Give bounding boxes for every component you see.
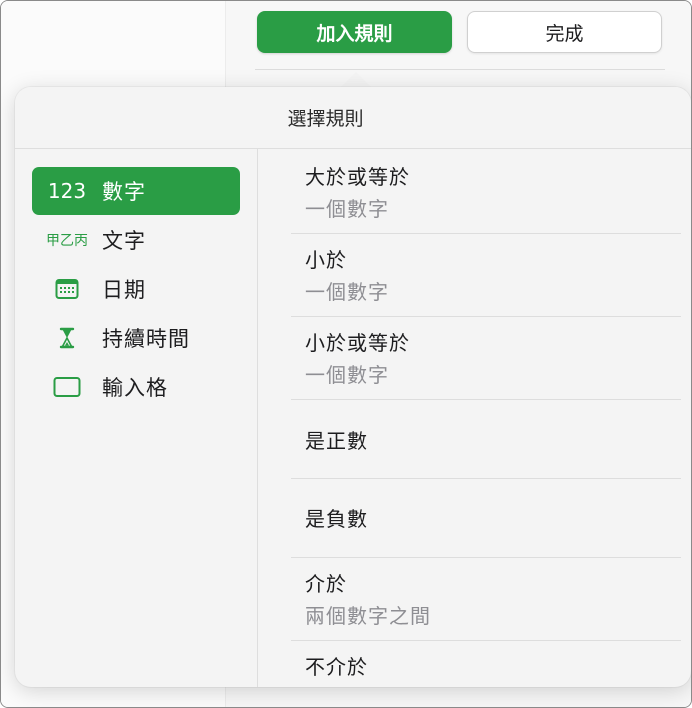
rule-item-positive[interactable]: 是正數 <box>258 400 691 478</box>
rule-subtitle: 一個數字 <box>305 280 389 304</box>
app-window: 加入規則 完成 選擇規則 123 數字 甲乙丙 文字 日期 持續時間 輸入格 大… <box>0 0 692 708</box>
choose-rule-popover: 選擇規則 123 數字 甲乙丙 文字 日期 持續時間 輸入格 大於或等於 一個數… <box>15 87 691 687</box>
blank-cell-icon <box>32 376 102 398</box>
rule-item-between[interactable]: 介於 兩個數字之間 <box>258 558 691 640</box>
rule-title: 是正數 <box>305 429 368 453</box>
category-label: 持續時間 <box>102 327 190 351</box>
number-123-icon: 123 <box>47 179 87 203</box>
category-blank-cell[interactable]: 輸入格 <box>32 363 240 411</box>
category-label: 輸入格 <box>102 376 168 400</box>
rule-subtitle: 兩個數字之間 <box>305 604 431 628</box>
done-button[interactable]: 完成 <box>467 11 662 53</box>
rule-title: 大於或等於 <box>305 165 410 189</box>
category-label: 文字 <box>102 229 146 253</box>
rule-item-not-between[interactable]: 不介於 <box>258 641 691 687</box>
category-date[interactable]: 日期 <box>32 265 240 313</box>
rule-item-lt[interactable]: 小於 一個數字 <box>258 234 691 316</box>
rule-list: 大於或等於 一個數字 小於 一個數字 小於或等於 一個數字 是正數 是負數 介於… <box>258 149 691 687</box>
text-icon: 甲乙丙 <box>46 233 88 249</box>
popover-title: 選擇規則 <box>287 108 364 130</box>
category-duration[interactable]: 持續時間 <box>32 314 240 362</box>
rule-title: 小於 <box>305 248 347 272</box>
category-number[interactable]: 123 數字 <box>32 167 240 215</box>
popover-header: 選擇規則 <box>15 87 691 149</box>
rule-title: 不介於 <box>305 655 368 679</box>
category-label: 日期 <box>102 278 146 302</box>
rule-category-list: 123 數字 甲乙丙 文字 日期 持續時間 輸入格 <box>15 149 257 687</box>
add-rule-button[interactable]: 加入規則 <box>257 11 452 53</box>
category-label: 數字 <box>102 180 146 204</box>
rule-title: 是負數 <box>305 507 368 531</box>
calendar-icon <box>32 278 102 300</box>
hourglass-icon <box>32 327 102 349</box>
rule-title: 小於或等於 <box>305 331 410 355</box>
rule-item-gte[interactable]: 大於或等於 一個數字 <box>258 149 691 233</box>
rule-subtitle: 一個數字 <box>305 197 389 221</box>
toolbar-divider <box>255 69 665 70</box>
rule-item-negative[interactable]: 是負數 <box>258 479 691 557</box>
popover-arrow <box>341 72 371 87</box>
category-text[interactable]: 甲乙丙 文字 <box>32 216 240 264</box>
rule-item-lte[interactable]: 小於或等於 一個數字 <box>258 317 691 399</box>
rule-subtitle: 一個數字 <box>305 363 389 387</box>
rule-title: 介於 <box>305 572 347 596</box>
